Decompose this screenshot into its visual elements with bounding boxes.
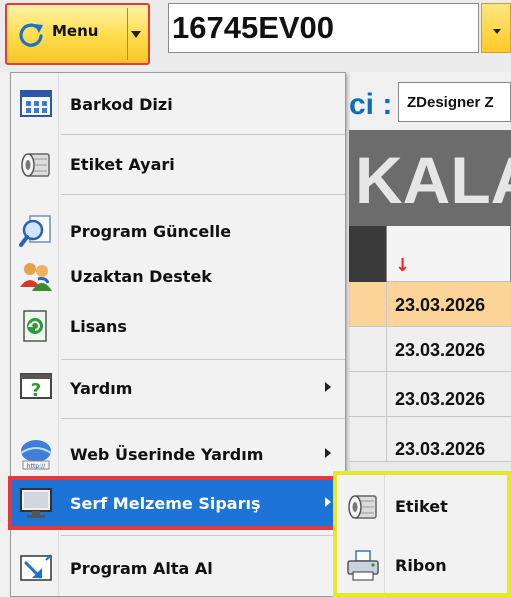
svg-text:http://: http:// bbox=[27, 463, 46, 470]
menu-button[interactable]: Menu bbox=[5, 3, 150, 65]
row-date: 23.03.2026 bbox=[395, 340, 486, 360]
menu-divider bbox=[61, 359, 345, 360]
menu-item-program-guncelle[interactable]: Program Güncelle bbox=[12, 208, 345, 254]
row-date: 23.03.2026 bbox=[395, 295, 486, 315]
submenu-item-label: Etiket bbox=[395, 497, 448, 516]
printer-label: ci : bbox=[349, 88, 393, 121]
table-row[interactable]: 23.03.2026 bbox=[349, 327, 511, 372]
banner: KALA bbox=[349, 130, 511, 226]
refresh-icon bbox=[19, 23, 43, 47]
menu-item-etiket-ayari[interactable]: Etiket Ayari bbox=[12, 141, 345, 187]
product-code-field[interactable] bbox=[168, 3, 479, 53]
submenu-arrow-icon bbox=[325, 497, 331, 507]
chevron-down-icon[interactable] bbox=[131, 31, 141, 38]
submenu-item-label: Ribon bbox=[395, 556, 447, 575]
help-icon: ? bbox=[20, 373, 52, 401]
row-header-cell bbox=[349, 417, 387, 461]
menu-item-label: Etiket Ayari bbox=[70, 155, 175, 174]
label-roll-icon bbox=[348, 495, 377, 519]
menu-divider bbox=[61, 134, 345, 135]
submenu-item-etiket[interactable]: Etiket bbox=[337, 478, 507, 534]
row-header-cell bbox=[349, 372, 387, 416]
grid-header-date[interactable]: ↓ bbox=[387, 226, 511, 282]
users-icon bbox=[20, 263, 52, 291]
printer-select[interactable]: ZDesigner Z bbox=[398, 82, 511, 122]
printer-select-value: ZDesigner Z bbox=[407, 94, 494, 111]
product-code-input[interactable] bbox=[172, 6, 472, 50]
svg-text:?: ? bbox=[31, 380, 41, 401]
menu-item-lisans[interactable]: Lisans bbox=[12, 303, 345, 349]
submenu-arrow-icon bbox=[325, 382, 331, 392]
row-date: 23.03.2026 bbox=[395, 389, 486, 409]
menu-item-uzaktan-destek[interactable]: Uzaktan Destek bbox=[12, 253, 345, 299]
menu-divider bbox=[61, 418, 345, 419]
label-roll-icon bbox=[21, 153, 50, 177]
menu-item-label: Program Güncelle bbox=[70, 222, 232, 241]
table-row[interactable]: 23.03.2026 bbox=[349, 417, 511, 462]
row-header-cell bbox=[349, 282, 387, 326]
menu-item-yardim[interactable]: ? Yardım bbox=[12, 365, 345, 411]
menu-item-program-alta-al[interactable]: Program Alta Al bbox=[12, 545, 345, 591]
menu-item-label: Web Üserinde Yardım bbox=[70, 445, 264, 464]
menu-item-label: Barkod Dizi bbox=[70, 95, 173, 114]
barcode-grid-icon bbox=[20, 90, 52, 117]
menu-item-barkod-dizi[interactable]: Barkod Dizi bbox=[12, 81, 345, 127]
printer-icon bbox=[347, 550, 379, 581]
minimize-icon bbox=[20, 554, 52, 581]
submenu-arrow-icon bbox=[325, 448, 331, 458]
menu-divider bbox=[61, 194, 345, 195]
row-header-cell bbox=[349, 327, 387, 371]
banner-text: KALA bbox=[355, 143, 511, 217]
table-row[interactable]: 23.03.2026 bbox=[349, 372, 511, 417]
menu-item-label: Yardım bbox=[70, 379, 133, 398]
toolbar: Menu bbox=[0, 0, 511, 72]
main-menu: Barkod Dizi Etiket Ayari Program Güncell… bbox=[8, 72, 349, 597]
sort-arrow-icon: ↓ bbox=[395, 255, 411, 276]
chevron-down-icon bbox=[493, 29, 501, 34]
menu-item-label: Program Alta Al bbox=[70, 559, 213, 578]
menu-item-label: Serf Melzeme Siparış bbox=[70, 494, 261, 513]
menu-item-web-yardim[interactable]: http:// Web Üserinde Yardım bbox=[12, 431, 345, 477]
product-code-dropdown-button[interactable] bbox=[481, 3, 511, 53]
grid-header-cell bbox=[349, 226, 387, 282]
menu-button-label: Menu bbox=[52, 22, 99, 40]
menu-item-serf-melzeme-siparis[interactable]: Serf Melzeme Siparış bbox=[8, 476, 349, 530]
menu-divider bbox=[61, 535, 345, 536]
submenu-item-ribon[interactable]: Ribon bbox=[337, 537, 507, 593]
menu-button-divider bbox=[127, 8, 128, 60]
menu-item-label: Lisans bbox=[70, 317, 127, 336]
table-row[interactable]: 23.03.2026 bbox=[349, 282, 511, 327]
row-date: 23.03.2026 bbox=[395, 439, 486, 459]
menu-item-label: Uzaktan Destek bbox=[70, 267, 212, 286]
monitor-icon bbox=[20, 488, 52, 518]
web-help-icon: http:// bbox=[20, 440, 52, 470]
license-icon bbox=[23, 310, 47, 342]
submenu-serf-melzeme: Etiket Ribon bbox=[333, 471, 511, 597]
magnifier-document-icon bbox=[19, 215, 51, 247]
